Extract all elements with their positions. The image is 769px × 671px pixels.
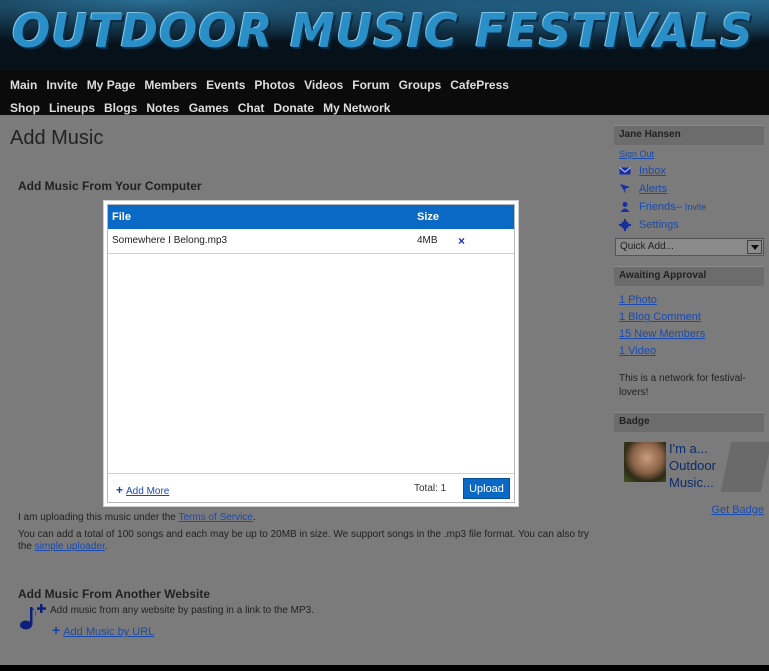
file-size: 4MB xyxy=(417,235,438,246)
nav-item-groups[interactable]: Groups xyxy=(399,78,442,92)
gear-icon xyxy=(619,219,631,231)
settings-link[interactable]: Settings xyxy=(619,216,759,234)
badge-line-1: I'm a... xyxy=(669,441,708,456)
computer-upload-heading: Add Music From Your Computer xyxy=(18,179,202,193)
size-column-header: Size xyxy=(417,211,440,223)
approval-list: 1 Photo 1 Blog Comment 15 New Members 1 … xyxy=(614,286,764,366)
badge-avatar xyxy=(624,442,666,482)
quick-add-select[interactable]: Quick Add... xyxy=(615,238,764,256)
site-header: OUTDOOR MUSIC FESTIVALS Main Invite My Pag… xyxy=(0,0,769,115)
tos-statement: I am uploading this music under the Term… xyxy=(18,512,256,523)
page-title: Add Music xyxy=(10,127,104,149)
quick-add-value: Quick Add... xyxy=(620,241,674,252)
nav-item-blogs[interactable]: Blogs xyxy=(104,101,137,115)
nav-item-chat[interactable]: Chat xyxy=(238,101,265,115)
nav-item-events[interactable]: Events xyxy=(206,78,245,92)
add-music-by-url[interactable]: + Add Music by URL xyxy=(52,622,154,638)
footer-bar xyxy=(0,665,769,671)
sidebar: Jane Hansen Sign Out Inbox Alerts Friend… xyxy=(614,125,769,516)
badge-heading: Badge xyxy=(614,412,764,432)
upload-limits-text: You can add a total of 100 songs and eac… xyxy=(18,529,603,553)
approval-item-video[interactable]: 1 Video xyxy=(619,343,759,360)
nav-item-my-network[interactable]: My Network xyxy=(323,101,390,115)
settings-label[interactable]: Settings xyxy=(639,219,679,231)
add-music-by-url-link[interactable]: Add Music by URL xyxy=(63,626,154,638)
file-row: Somewhere I Belong.mp3 4MB × xyxy=(108,229,514,254)
nav-item-invite[interactable]: Invite xyxy=(46,78,77,92)
approval-item-photo[interactable]: 1 Photo xyxy=(619,292,759,309)
nav-item-games[interactable]: Games xyxy=(189,101,229,115)
file-name: Somewhere I Belong.mp3 xyxy=(112,235,228,246)
invite-friends-link[interactable]: Invite xyxy=(685,202,707,212)
main-nav: Main Invite My Page Members Events Photos Vide… xyxy=(10,74,765,115)
user-links: Sign Out Inbox Alerts Friends – Invite S… xyxy=(614,145,764,234)
website-upload-heading: Add Music From Another Website xyxy=(18,587,211,601)
friends-row: Friends – Invite xyxy=(619,198,759,216)
file-list-header: File Size xyxy=(108,205,514,229)
tos-prefix: I am uploading this music under the xyxy=(18,512,179,523)
site-title[interactable]: OUTDOOR MUSIC FESTIVALS xyxy=(12,4,754,58)
plus-icon: + xyxy=(116,483,124,497)
awaiting-approval-heading: Awaiting Approval xyxy=(614,266,764,286)
add-more-link[interactable]: Add More xyxy=(126,486,169,497)
inbox-label[interactable]: Inbox xyxy=(639,165,666,177)
friends-icon xyxy=(620,202,630,212)
user-name: Jane Hansen xyxy=(614,125,764,145)
nav-item-photos[interactable]: Photos xyxy=(254,78,295,92)
upload-footer: + Add More Total: 1 Upload xyxy=(108,473,514,503)
sign-out-link[interactable]: Sign Out xyxy=(619,149,759,159)
total-count: Total: 1 xyxy=(414,483,447,494)
badge-line-3: Music... xyxy=(669,475,714,490)
network-description: This is a network for festival-lovers! xyxy=(619,373,746,398)
nav-item-my-page[interactable]: My Page xyxy=(87,78,136,92)
badge-box[interactable]: I'm a... Outdoor Music... Get Badge xyxy=(614,432,769,516)
url-description: Add music from any website by pasting in… xyxy=(50,605,315,616)
nav-item-forum[interactable]: Forum xyxy=(352,78,389,92)
badge-decoration xyxy=(720,442,769,492)
add-more-button[interactable]: + Add More xyxy=(116,483,169,497)
approval-item-new-members[interactable]: 15 New Members xyxy=(619,326,759,343)
simple-uploader-link[interactable]: simple uploader xyxy=(35,541,105,552)
envelope-icon xyxy=(619,167,631,175)
upload-file-list: File Size Somewhere I Belong.mp3 4MB × +… xyxy=(107,204,515,503)
friends-separator: – xyxy=(675,201,682,213)
file-column-header: File xyxy=(112,211,131,223)
nav-item-notes[interactable]: Notes xyxy=(146,101,179,115)
remove-file-icon[interactable]: × xyxy=(458,234,465,248)
upload-button[interactable]: Upload xyxy=(463,478,510,499)
friends-link[interactable]: Friends xyxy=(639,201,676,213)
plus-icon: + xyxy=(52,622,61,638)
badge-section: Badge I'm a... Outdoor Music... Get Badg… xyxy=(614,412,769,516)
nav-item-lineups[interactable]: Lineups xyxy=(49,101,95,115)
nav-item-members[interactable]: Members xyxy=(144,78,197,92)
approval-item-blog-comment[interactable]: 1 Blog Comment xyxy=(619,309,759,326)
tos-suffix: . xyxy=(252,512,256,523)
badge-line-2: Outdoor xyxy=(669,458,716,473)
nav-item-videos[interactable]: Videos xyxy=(304,78,343,92)
upload-dialog: File Size Somewhere I Belong.mp3 4MB × +… xyxy=(104,201,518,506)
nav-item-donate[interactable]: Donate xyxy=(273,101,314,115)
badge-text: I'm a... Outdoor Music... xyxy=(669,440,716,491)
inbox-link[interactable]: Inbox xyxy=(619,162,759,180)
terms-of-service-link[interactable]: Terms of Service xyxy=(178,512,252,523)
awaiting-approval-section: Awaiting Approval 1 Photo 1 Blog Comment… xyxy=(614,266,764,408)
alerts-link[interactable]: Alerts xyxy=(619,180,759,198)
alert-flag-icon xyxy=(620,184,630,194)
limits-suffix: . xyxy=(104,541,108,552)
music-note-icon xyxy=(20,604,46,630)
chevron-down-icon[interactable] xyxy=(747,240,762,254)
alerts-label[interactable]: Alerts xyxy=(639,183,667,195)
nav-item-main[interactable]: Main xyxy=(10,78,37,92)
get-badge-link[interactable]: Get Badge xyxy=(711,504,764,516)
